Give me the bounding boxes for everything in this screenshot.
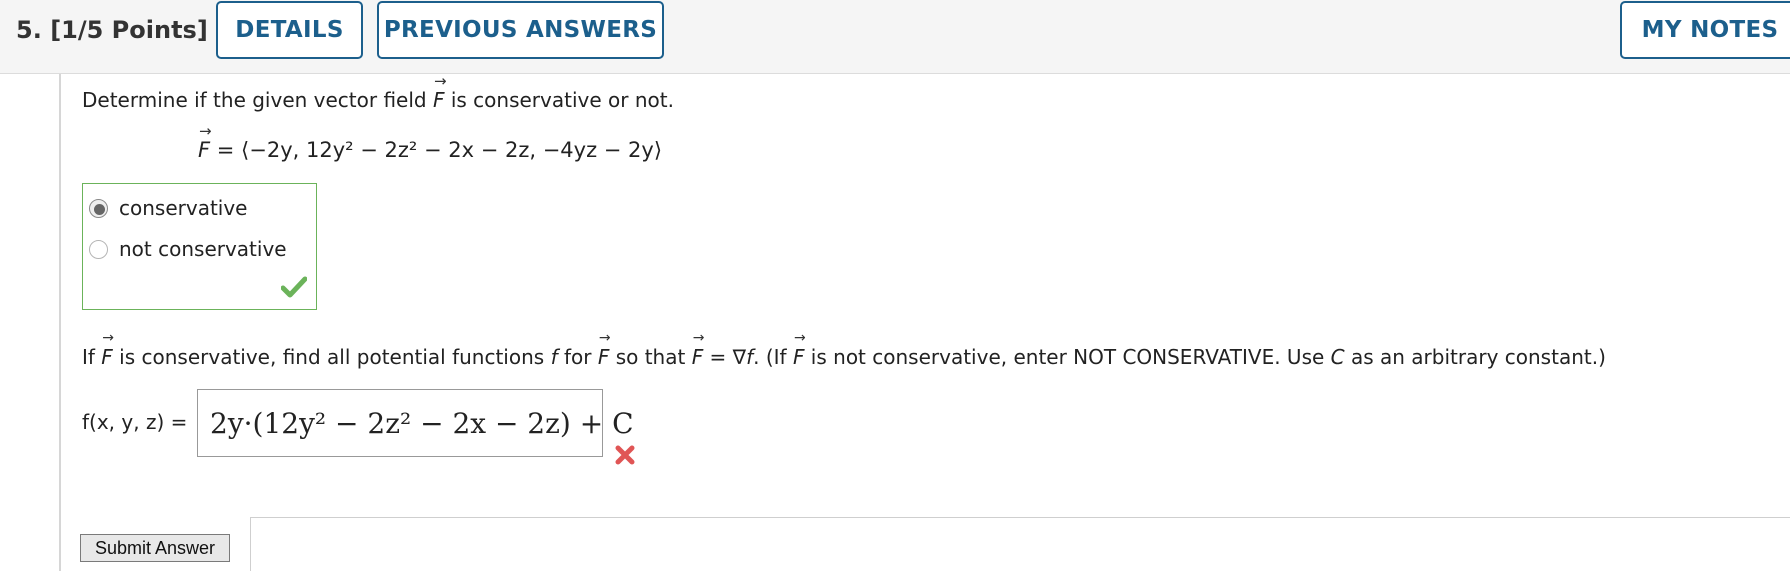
- question-number: 5.: [16, 16, 42, 44]
- answer-label: f(x, y, z) =: [82, 410, 188, 434]
- instr-text: so that: [609, 345, 692, 369]
- vector-f-symbol: F: [793, 330, 805, 369]
- option-label: not conservative: [119, 237, 287, 261]
- part-b-instructions: If F is conservative, find all potential…: [82, 330, 1606, 369]
- instr-text: If: [82, 345, 102, 369]
- function-f-symbol: f: [550, 345, 558, 369]
- constant-c-symbol: C: [1330, 345, 1345, 369]
- instr-text: as an arbitrary constant.): [1344, 345, 1606, 369]
- option-not-conservative[interactable]: not conservative: [89, 237, 287, 261]
- submit-answer-button[interactable]: Submit Answer: [80, 534, 230, 562]
- instr-text: . (If: [753, 345, 793, 369]
- equation-components: ⟨−2y, 12y² − 2z² − 2x − 2z, −4yz − 2y⟩: [241, 138, 663, 162]
- vector-f-symbol: F: [692, 330, 704, 369]
- equation-equals: =: [210, 138, 242, 162]
- radio-unselected[interactable]: [89, 239, 108, 259]
- prompt-text-after: is conservative or not.: [444, 88, 674, 112]
- left-divider: [59, 74, 61, 571]
- option-conservative[interactable]: conservative: [89, 196, 248, 220]
- option-label: conservative: [119, 196, 248, 220]
- instr-text: is not conservative, enter NOT CONSERVAT…: [804, 345, 1331, 369]
- checkmark-icon: [281, 276, 307, 298]
- previous-answers-button[interactable]: PREVIOUS ANSWERS: [377, 1, 664, 59]
- instr-text: is conservative, find all potential func…: [112, 345, 551, 369]
- instr-text: for: [557, 345, 598, 369]
- vector-f-symbol: F: [101, 330, 113, 369]
- vector-f-symbol: F: [598, 330, 610, 369]
- equation-lhs: F: [198, 122, 212, 162]
- radio-selected[interactable]: [89, 198, 108, 218]
- question-title: 5. [1/5 Points]: [16, 16, 208, 44]
- prompt-text-before: Determine if the given vector field: [82, 88, 433, 112]
- incorrect-x-icon: [615, 445, 635, 465]
- instr-text: = ∇: [703, 345, 747, 369]
- my-notes-button[interactable]: MY NOTES: [1620, 1, 1790, 59]
- vector-field-equation: F = ⟨−2y, 12y² − 2z² − 2x − 2z, −4yz − 2…: [198, 122, 663, 162]
- details-button[interactable]: DETAILS: [216, 1, 363, 59]
- vector-f-symbol: F: [433, 72, 446, 112]
- choice-group: conservative not conservative: [82, 183, 317, 310]
- response-panel: [250, 517, 1790, 571]
- question-prompt: Determine if the given vector field F is…: [82, 72, 674, 112]
- answer-input[interactable]: 2y·(12y² − 2z² − 2x − 2z) + C: [197, 389, 634, 457]
- question-points: [1/5 Points]: [50, 16, 208, 44]
- question-header: 5. [1/5 Points] DETAILS PREVIOUS ANSWERS…: [0, 0, 1790, 74]
